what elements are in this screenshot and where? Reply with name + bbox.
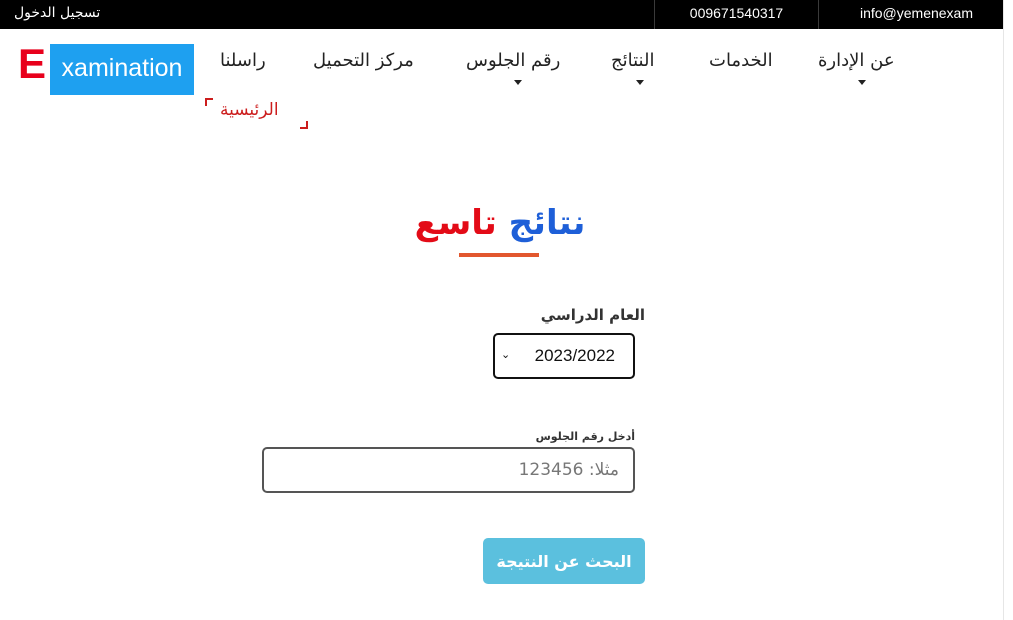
- caret-down-icon: [514, 80, 522, 85]
- nav-item-home[interactable]: الرئيسية: [220, 100, 279, 120]
- title-word-ninth: تاسع: [414, 203, 497, 243]
- nav-item-about[interactable]: عن الإدارة: [818, 50, 895, 85]
- home-bracket-top-left: [205, 98, 213, 106]
- phone-number: 009671540317: [654, 0, 819, 29]
- seat-number-label: أدخل رقم الجلوس: [535, 430, 635, 443]
- page-edge: [1003, 0, 1013, 620]
- nav-item-services[interactable]: الخدمات: [709, 50, 773, 71]
- email-address[interactable]: info@yemenexam: [830, 0, 1003, 29]
- login-link[interactable]: تسجيل الدخول: [14, 5, 100, 21]
- nav-item-label: الخدمات: [709, 50, 773, 71]
- title-word-results: نتائج: [508, 203, 586, 243]
- year-select[interactable]: 2023/2022 ⌄: [493, 333, 635, 379]
- year-label: العام الدراسي: [540, 306, 645, 324]
- search-result-button[interactable]: البحث عن النتيجة: [483, 538, 645, 584]
- year-select-value: 2023/2022: [534, 346, 615, 365]
- page-title: نتائج تاسع: [380, 203, 620, 243]
- nav-item-label: مركز التحميل: [313, 50, 414, 71]
- nav-item-results[interactable]: النتائج: [611, 50, 655, 85]
- chevron-down-icon: ⌄: [501, 348, 511, 361]
- nav-item-label: راسلنا: [220, 50, 266, 71]
- home-bracket-bottom-right: [300, 121, 308, 129]
- nav-item-label: عن الإدارة: [818, 50, 895, 71]
- nav-item-label: النتائج: [611, 50, 655, 71]
- nav-item-label: رقم الجلوس: [466, 50, 561, 71]
- nav-item-downloads[interactable]: مركز التحميل: [313, 50, 414, 71]
- nav-item-contact[interactable]: راسلنا: [220, 50, 266, 71]
- logo-text[interactable]: xamination: [50, 44, 194, 95]
- caret-down-icon: [636, 80, 644, 85]
- top-bar: تسجيل الدخول 009671540317 info@yemenexam: [0, 0, 1003, 29]
- caret-down-icon: [858, 80, 866, 85]
- nav-item-seat-number[interactable]: رقم الجلوس: [466, 50, 561, 85]
- title-underline: [459, 253, 539, 257]
- logo-letter[interactable]: E: [14, 43, 50, 85]
- seat-number-input[interactable]: [262, 447, 635, 493]
